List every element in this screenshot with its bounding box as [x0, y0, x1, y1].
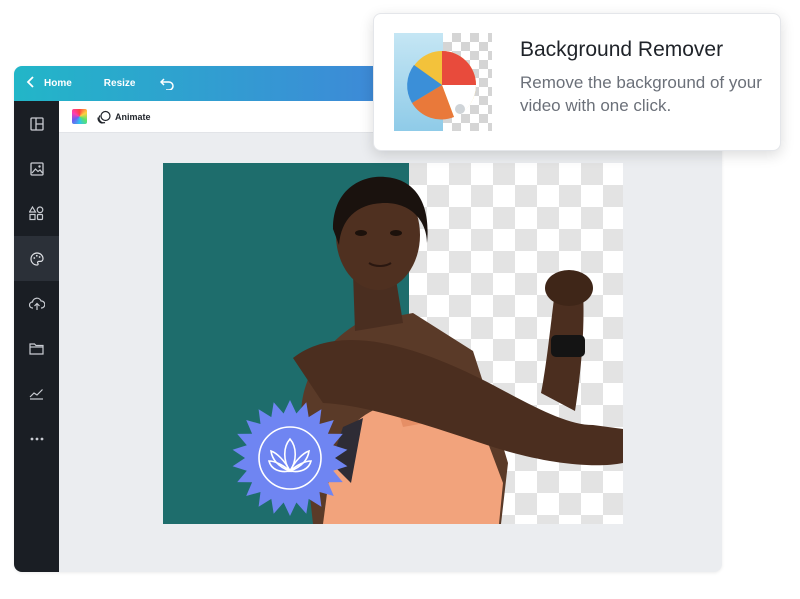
- undo-icon[interactable]: [159, 76, 175, 92]
- card-description: Remove the background of your video with…: [520, 73, 762, 115]
- uploads-icon: [28, 297, 45, 310]
- beach-ball-thumbnail: [394, 33, 492, 131]
- elements-icon: [29, 206, 44, 221]
- background-remover-card: Background Remover Remove the background…: [373, 13, 781, 151]
- sidebar: [14, 101, 59, 572]
- sidebar-item-photos[interactable]: [14, 146, 59, 191]
- chevron-left-icon[interactable]: [26, 76, 38, 91]
- sidebar-item-styles[interactable]: [14, 236, 59, 281]
- home-button[interactable]: Home: [44, 78, 72, 89]
- lotus-badge: [232, 400, 348, 516]
- beach-ball-icon: [407, 51, 477, 120]
- sidebar-item-uploads[interactable]: [14, 281, 59, 326]
- templates-icon: [29, 116, 44, 131]
- color-palette-swatch-icon[interactable]: [72, 109, 87, 124]
- sidebar-item-templates[interactable]: [14, 101, 59, 146]
- sidebar-item-folders[interactable]: [14, 326, 59, 371]
- resize-button[interactable]: Resize: [104, 78, 136, 89]
- sidebar-item-more[interactable]: [14, 416, 59, 461]
- photos-icon: [29, 161, 44, 176]
- animate-button[interactable]: Animate: [115, 112, 151, 122]
- animate-icon[interactable]: [97, 110, 111, 124]
- design-canvas[interactable]: [163, 163, 623, 524]
- styles-palette-icon: [29, 251, 44, 266]
- sidebar-item-charts[interactable]: [14, 371, 59, 416]
- folder-icon: [29, 343, 44, 355]
- more-icon: [30, 437, 43, 440]
- sidebar-item-elements[interactable]: [14, 191, 59, 236]
- charts-icon: [29, 389, 43, 400]
- card-title: Background Remover: [520, 38, 724, 61]
